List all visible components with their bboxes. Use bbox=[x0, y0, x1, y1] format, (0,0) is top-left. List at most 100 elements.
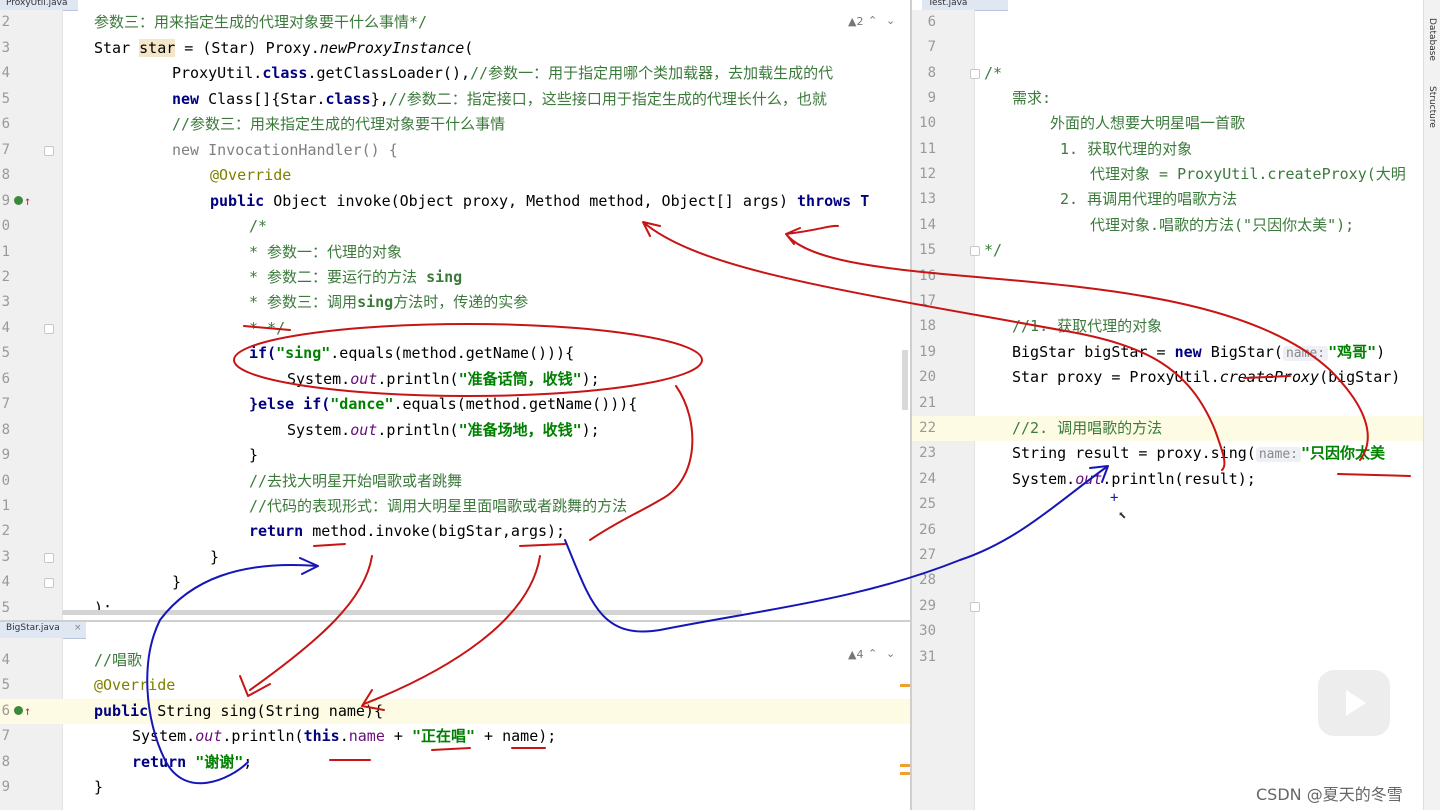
code-text: System.out.println(this.name + "正在唱" + n… bbox=[132, 727, 557, 745]
code-text: if("sing".equals(method.getName())){ bbox=[249, 344, 575, 362]
database-tool-label[interactable]: Database bbox=[1427, 18, 1437, 61]
code-line: 15 */ bbox=[912, 238, 1424, 263]
fold-icon[interactable] bbox=[44, 553, 54, 563]
code-line: 20 Star proxy = ProxyUtil.createProxy(bi… bbox=[912, 365, 1424, 390]
fold-icon[interactable] bbox=[44, 146, 54, 156]
line-number: 0 bbox=[1, 473, 10, 489]
watermark: CSDN @夏天的冬雪 bbox=[1256, 785, 1403, 804]
code-line: 3 * 参数三：调用sing方法时，传递的实参 bbox=[0, 290, 910, 315]
code-line: 6 System.out.println("准备话筒，收钱"); bbox=[0, 367, 910, 392]
code-line: 27 bbox=[912, 543, 1424, 568]
code-line: 9 } bbox=[0, 443, 910, 468]
code-text: } bbox=[249, 446, 259, 464]
code-line: 3 } bbox=[0, 545, 910, 570]
code-text: String result = proxy.sing(name: "只因你太美 bbox=[1012, 444, 1386, 462]
code-line: 21 bbox=[912, 391, 1424, 416]
code-line: 11 1. 获取代理的对象 bbox=[912, 137, 1424, 162]
line-number: 7 bbox=[1, 142, 10, 158]
code-line: 17 bbox=[912, 289, 1424, 314]
line-number: 8 bbox=[1, 754, 10, 770]
tab-test-label: Test.java bbox=[928, 0, 968, 8]
fold-icon[interactable] bbox=[970, 69, 980, 79]
fold-icon[interactable] bbox=[44, 324, 54, 334]
line-number: 1 bbox=[1, 498, 10, 514]
code-line: 28 bbox=[912, 568, 1424, 593]
code-line: 19 BigStar bigStar = new BigStar(name: "鸡… bbox=[912, 340, 1424, 365]
code-line: 2 参数三：用来指定生成的代理对象要干什么事情*/ bbox=[0, 10, 910, 35]
code-line: 5 if("sing".equals(method.getName())){ bbox=[0, 341, 910, 366]
code-line: 31 bbox=[912, 645, 1424, 670]
line-number: 3 bbox=[1, 294, 10, 310]
code-line: 26 bbox=[912, 518, 1424, 543]
comment: * 参数一：代理的对象 bbox=[249, 243, 403, 261]
code-line-current: 22 //2. 调用唱歌的方法 bbox=[912, 416, 1424, 441]
code-text: ProxyUtil.class.getClassLoader(),//参数一：用… bbox=[172, 64, 834, 82]
code-text: } bbox=[172, 573, 182, 591]
comment: */ bbox=[984, 241, 1003, 259]
comment: //去找大明星开始唱歌或者跳舞 bbox=[249, 472, 463, 490]
code-line: 12 代理对象 = ProxyUtil.createProxy(大明 bbox=[912, 162, 1424, 187]
line-number: 8 bbox=[1, 167, 10, 183]
code-line: 5 @Override bbox=[0, 673, 910, 698]
proxyutil-editor[interactable]: ProxyUtil.java ▲2 ⌃ ⌄ 2 参数三：用来指定生成的代理对象要… bbox=[0, 0, 910, 620]
line-number: 20 bbox=[919, 369, 936, 385]
code-line: 14 代理对象.唱歌的方法("只因你太美"); bbox=[912, 213, 1424, 238]
code-line: 23 String result = proxy.sing(name: "只因你太… bbox=[912, 441, 1424, 466]
fold-icon[interactable] bbox=[970, 602, 980, 612]
code-text: Star proxy = ProxyUtil.createProxy(bigSt… bbox=[1012, 368, 1401, 386]
line-number: 10 bbox=[919, 115, 936, 131]
code-line: 9 } bbox=[0, 775, 910, 800]
code-line: 2 return method.invoke(bigStar,args); bbox=[0, 519, 910, 544]
code-text: ); bbox=[94, 599, 113, 617]
play-icon bbox=[1346, 690, 1366, 716]
code-line: 5 ); bbox=[0, 596, 910, 620]
override-gutter-icon[interactable] bbox=[14, 706, 23, 715]
code-text: public Object invoke(Object proxy, Metho… bbox=[210, 192, 870, 210]
code-text: }else if("dance".equals(method.getName()… bbox=[249, 395, 638, 413]
code-line: 3 Star star = (Star) Proxy.newProxyInsta… bbox=[0, 36, 910, 61]
comment: 1. 获取代理的对象 bbox=[1060, 140, 1193, 158]
code-line: 8 System.out.println("准备场地，收钱"); bbox=[0, 418, 910, 443]
comment: * 参数二：要运行的方法 sing bbox=[249, 268, 463, 286]
line-number: 16 bbox=[919, 268, 936, 284]
video-play-button[interactable] bbox=[1318, 670, 1390, 736]
line-number: 5 bbox=[1, 345, 10, 361]
annotation: @Override bbox=[210, 166, 292, 184]
code-line: 18 //1. 获取代理的对象 bbox=[912, 314, 1424, 339]
parameter-hint: name: bbox=[1282, 346, 1329, 361]
line-number: 31 bbox=[919, 649, 936, 665]
code-line: 1 //代码的表现形式：调用大明星里面唱歌或者跳舞的方法 bbox=[0, 494, 910, 519]
structure-tool-label[interactable]: Structure bbox=[1427, 86, 1437, 128]
code-line: 1 * 参数一：代理的对象 bbox=[0, 240, 910, 265]
bigstar-editor[interactable]: BigStar.java × ▲4 ⌃ ⌄ 4 //唱歌 5 @Override… bbox=[0, 622, 910, 810]
tab-bigstar[interactable]: BigStar.java × bbox=[0, 622, 86, 639]
line-number: 15 bbox=[919, 242, 936, 258]
override-gutter-icon[interactable] bbox=[14, 196, 23, 205]
line-number: 22 bbox=[919, 420, 936, 436]
code-line: 4 * */ bbox=[0, 316, 910, 341]
error-stripe-mark[interactable] bbox=[900, 764, 910, 767]
horizontal-scrollbar[interactable] bbox=[62, 610, 742, 615]
fold-icon[interactable] bbox=[970, 246, 980, 256]
error-stripe-mark[interactable] bbox=[900, 772, 910, 775]
code-line: 9 ↑ public Object invoke(Object proxy, M… bbox=[0, 189, 910, 214]
code-text: Star star = (Star) Proxy.newProxyInstanc… bbox=[94, 39, 474, 57]
close-icon[interactable]: × bbox=[74, 623, 82, 633]
fold-icon[interactable] bbox=[44, 578, 54, 588]
line-number: 7 bbox=[1, 728, 10, 744]
code-line: 7 System.out.println(this.name + "正在唱" +… bbox=[0, 724, 910, 749]
code-text: System.out.println(result); bbox=[1012, 470, 1256, 488]
vertical-scrollbar[interactable] bbox=[902, 350, 908, 410]
line-number: 11 bbox=[919, 141, 936, 157]
line-number: 6 bbox=[1, 371, 10, 387]
code-text: return method.invoke(bigStar,args); bbox=[249, 522, 566, 540]
code-text: public String sing(String name){ bbox=[94, 702, 383, 720]
comment: 代理对象 = ProxyUtil.createProxy(大明 bbox=[1090, 165, 1406, 183]
line-number: 14 bbox=[919, 217, 936, 233]
code-text: } bbox=[210, 548, 220, 566]
error-stripe-mark[interactable] bbox=[900, 684, 910, 687]
line-number: 2 bbox=[1, 269, 10, 285]
comment: 需求: bbox=[1012, 89, 1052, 107]
line-number: 5 bbox=[1, 600, 10, 616]
line-number: 7 bbox=[1, 396, 10, 412]
